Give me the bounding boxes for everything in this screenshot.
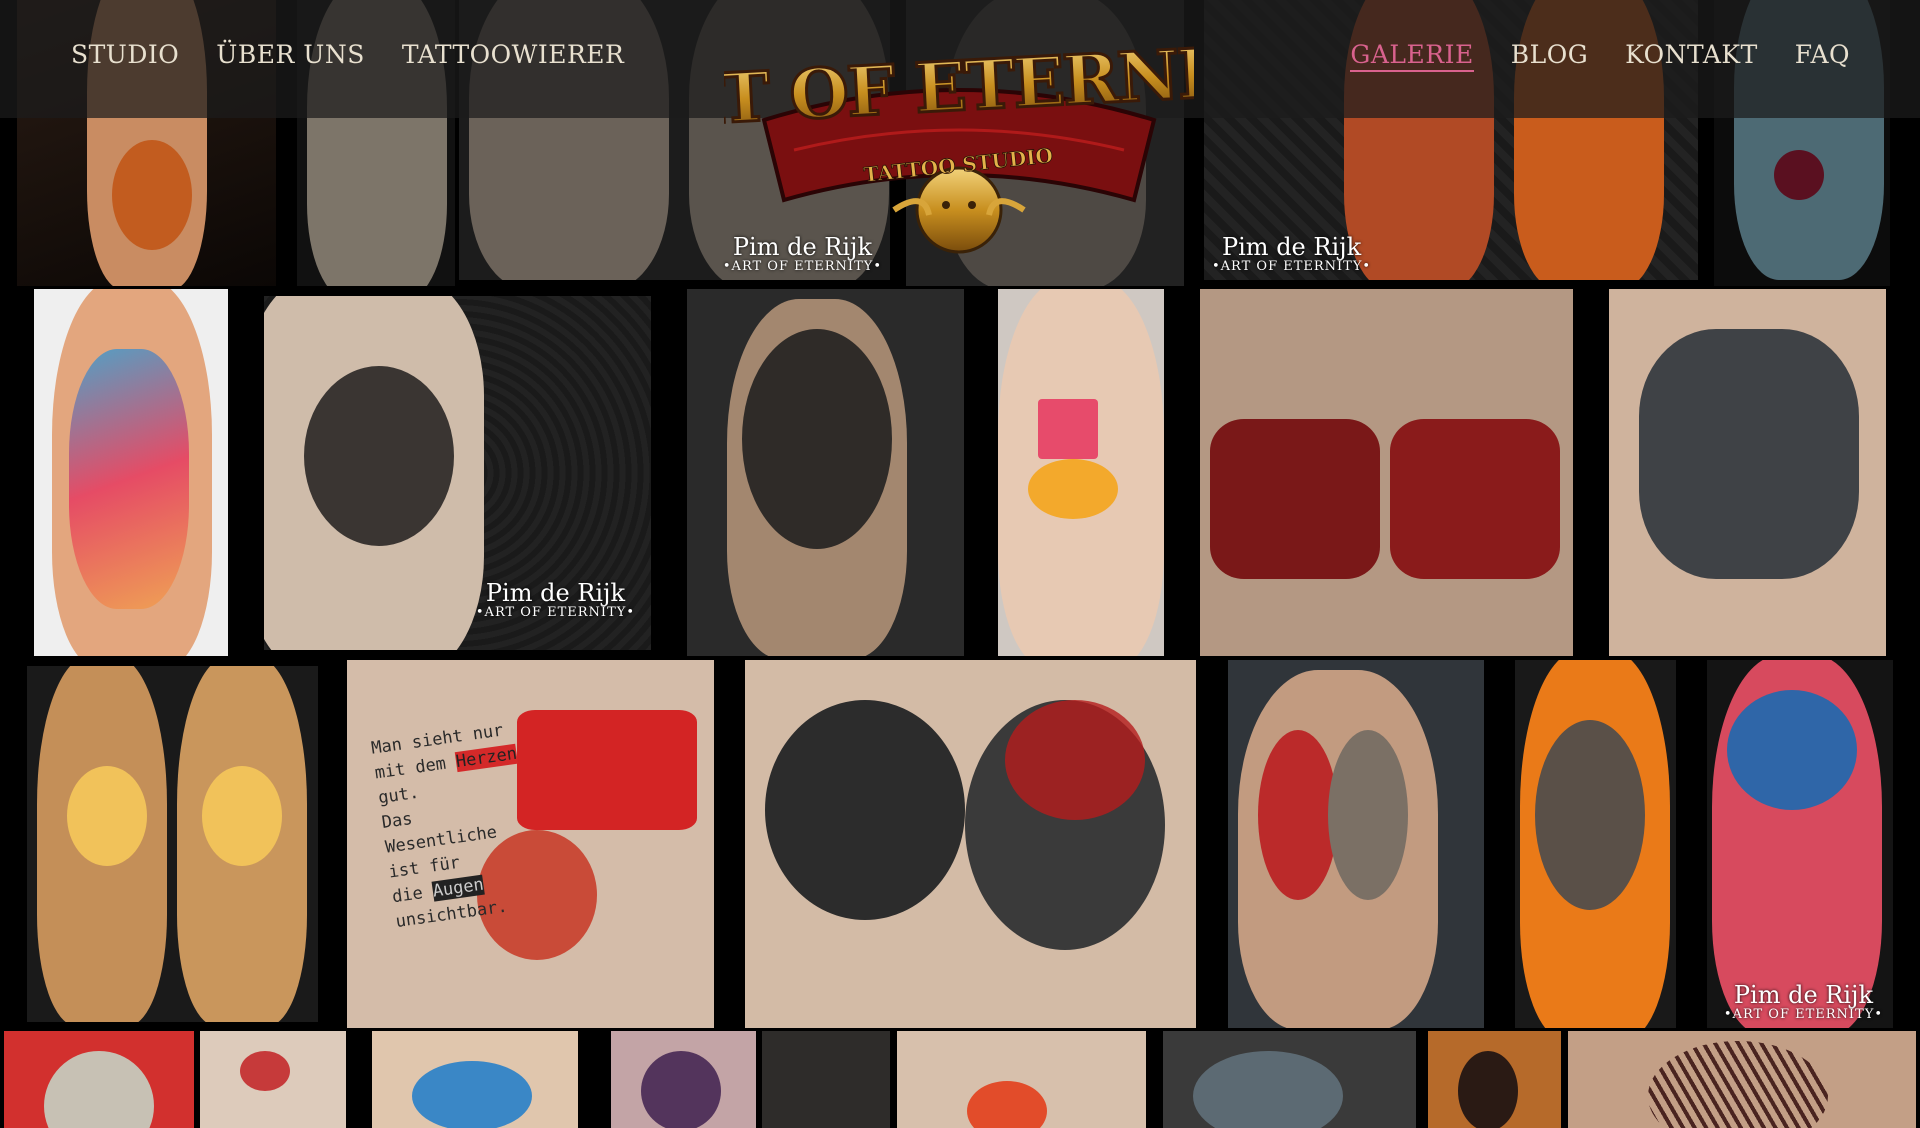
artist-credit: Pim de Rijk •ART OF ETERNITY• [1212,233,1372,275]
gallery-image[interactable] [1609,289,1886,656]
gallery-image[interactable] [1163,1031,1416,1128]
gallery-image[interactable] [200,1031,346,1128]
gallery-image[interactable] [762,1031,890,1128]
nav-kontakt[interactable]: KONTAKT [1625,40,1758,72]
nav-tattoowierer[interactable]: TATTOOWIERER [402,40,625,69]
gallery-image[interactable] [1568,1031,1916,1128]
gallery-image[interactable] [27,666,318,1022]
logo-graphic: ART OF ETERNITY TATTOO STUDIO [611,27,1309,254]
gallery-image[interactable]: Man sieht nur mit dem Herzen gut. Das We… [347,660,714,1028]
gallery-image[interactable] [998,289,1164,656]
nav-studio[interactable]: STUDIO [71,40,179,69]
nav-galerie[interactable]: GALERIE [1350,40,1474,72]
gallery-image[interactable] [687,289,964,656]
nav-blog[interactable]: BLOG [1511,40,1588,72]
gallery-image[interactable]: Pim de Rijk •ART OF ETERNITY• [1707,660,1893,1028]
gallery-image[interactable] [1515,660,1676,1028]
gallery-image[interactable] [1428,1031,1561,1128]
artist-credit: Pim de Rijk •ART OF ETERNITY• [475,579,635,621]
gallery-page: Pim de Rijk •ART OF ETERNITY• Pim de Rij… [0,0,1920,1128]
gallery-image[interactable] [4,1031,194,1128]
gallery-image[interactable] [34,289,228,656]
artist-credit: Pim de Rijk •ART OF ETERNITY• [1723,981,1883,1023]
gallery-image[interactable] [745,660,1196,1028]
studio-logo[interactable]: ART OF ETERNITY TATTOO STUDIO [611,0,1309,262]
nav-faq[interactable]: FAQ [1795,40,1850,72]
main-nav-left: STUDIO ÜBER UNS TATTOOWIERER [71,40,624,69]
tattoo-text: Man sieht nur mit dem Herzen gut. Das We… [370,720,519,933]
gallery-image[interactable] [897,1031,1146,1128]
nav-ueber-uns[interactable]: ÜBER UNS [216,40,365,69]
main-nav-right: GALERIE BLOG KONTAKT FAQ [1350,40,1850,72]
gallery-image[interactable] [611,1031,756,1128]
gallery-image[interactable] [1200,289,1573,656]
gallery-image[interactable]: Pim de Rijk •ART OF ETERNITY• [264,296,651,650]
gallery-image[interactable] [1228,660,1484,1028]
gallery-image[interactable] [372,1031,578,1128]
